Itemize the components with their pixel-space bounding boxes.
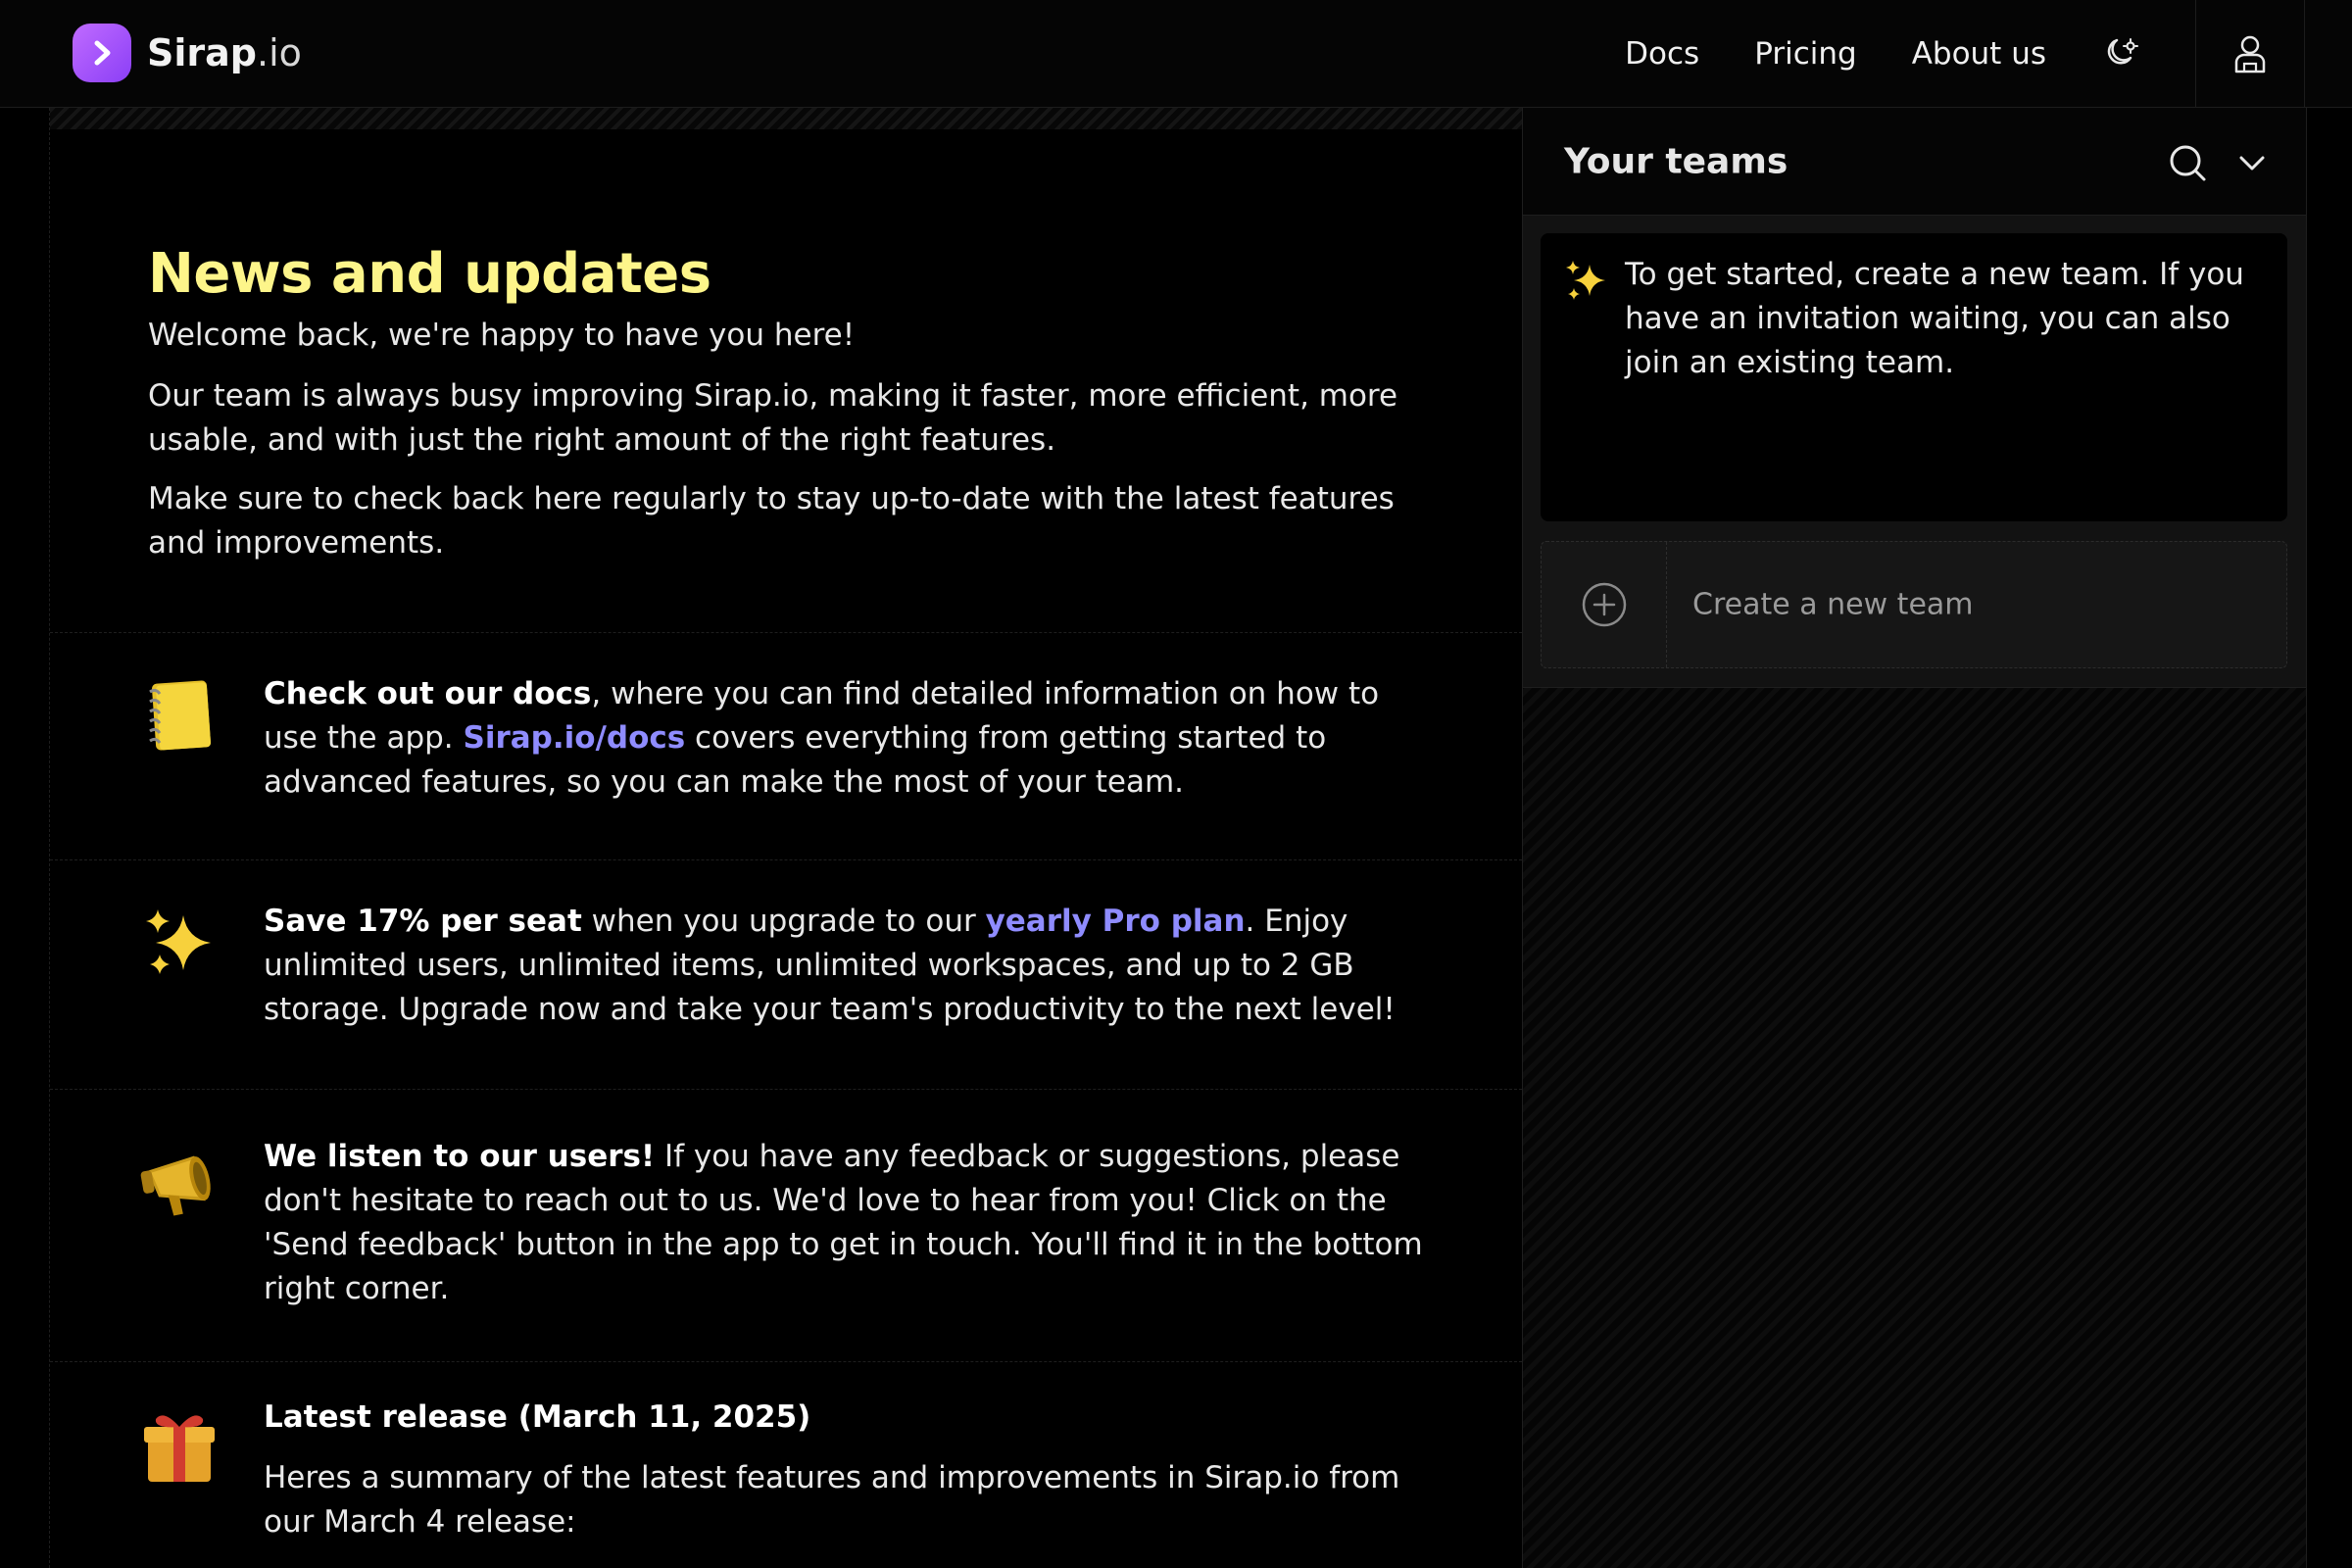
news-column: News and updates Welcome back, we're hap… [49, 108, 1523, 1568]
decorative-stripe [50, 108, 1522, 129]
news-pro-plan-text: Save 17% per seat when you upgrade to ou… [264, 904, 1396, 1027]
news-feedback-text: We listen to our users! If you have any … [264, 1139, 1423, 1306]
user-menu-button[interactable] [2195, 0, 2305, 108]
sparkles-icon [140, 906, 219, 984]
notebook-icon [140, 676, 219, 755]
moon-sun-icon [2107, 38, 2138, 65]
top-navigation-bar: Sirap.io Docs Pricing About us [0, 0, 2352, 108]
news-item-docs: Check out our docs, where you can find d… [50, 633, 1522, 860]
nav-docs-link[interactable]: Docs [1625, 36, 1699, 72]
intro-text: Our team is always busy improving Sirap.… [148, 378, 1398, 458]
brand-name: Sirap.io [147, 31, 302, 74]
collapse-button[interactable] [2236, 147, 2268, 178]
pro-plan-link[interactable]: yearly Pro plan [986, 904, 1246, 939]
nav-about-link[interactable]: About us [1912, 36, 2046, 72]
docs-link[interactable]: Sirap.io/docs [464, 720, 686, 756]
checkback-text: Make sure to check back here regularly t… [148, 481, 1395, 561]
main-nav: Docs Pricing About us [1625, 0, 2352, 108]
hero-section: News and updates Welcome back, we're hap… [50, 129, 1522, 633]
teams-panel-header: Your teams [1523, 108, 2306, 216]
theme-toggle-button[interactable] [2101, 34, 2140, 74]
create-team-label: Create a new team [1692, 587, 1974, 622]
brand-logo[interactable]: Sirap.io [73, 24, 302, 82]
news-release-text: Latest release (March 11, 2025) [264, 1399, 811, 1435]
nav-pricing-link[interactable]: Pricing [1754, 36, 1857, 72]
news-release-summary: Heres a summary of the latest features a… [264, 1460, 1400, 1540]
teams-list-area [1523, 688, 2306, 1568]
chevron-right-icon [73, 24, 131, 82]
news-docs-text: Check out our docs, where you can find d… [264, 676, 1380, 800]
megaphone-icon [140, 1147, 219, 1225]
news-item-feedback: We listen to our users! If you have any … [50, 1090, 1522, 1362]
chevron-down-icon [2239, 156, 2265, 171]
plus-circle-icon [1542, 542, 1667, 667]
teams-panel-title: Your teams [1564, 141, 1788, 182]
welcome-text: Welcome back, we're happy to have you he… [148, 318, 856, 353]
create-team-button[interactable]: Create a new team [1541, 541, 2287, 668]
sparkles-icon [1562, 257, 1611, 306]
page-title: News and updates [148, 242, 711, 306]
get-started-text: To get started, create a new team. If yo… [1625, 257, 2244, 380]
get-started-card: To get started, create a new team. If yo… [1541, 233, 2287, 521]
search-button[interactable] [2168, 143, 2207, 182]
teams-panel: Your teams To get started, create a new … [1523, 108, 2307, 1568]
gift-icon [140, 1407, 219, 1486]
news-item-pro-plan: Save 17% per seat when you upgrade to ou… [50, 860, 1522, 1090]
user-icon [2234, 35, 2266, 74]
search-icon [2170, 145, 2206, 181]
news-item-latest-release: Latest release (March 11, 2025) Heres a … [50, 1362, 1522, 1568]
